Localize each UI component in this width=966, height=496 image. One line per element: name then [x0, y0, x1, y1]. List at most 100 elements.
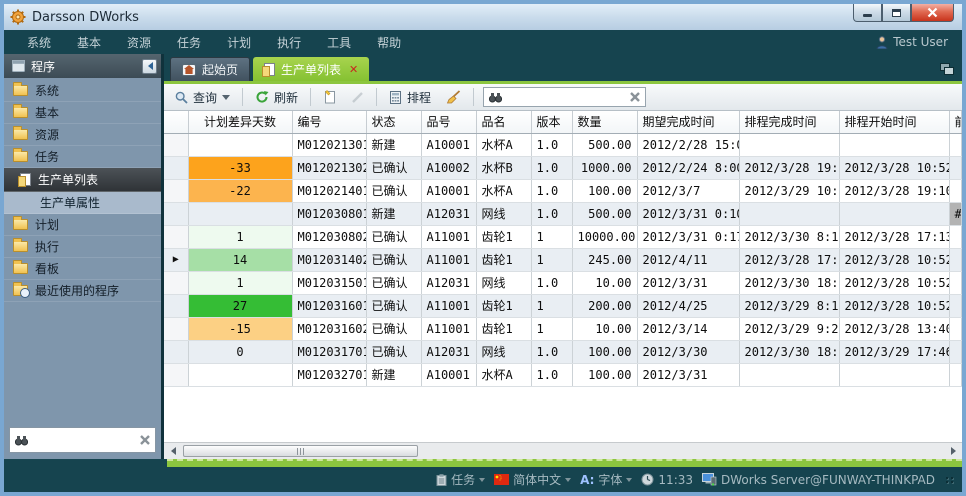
monitor-icon: [702, 473, 717, 486]
tab-start-page[interactable]: 起始页: [170, 57, 250, 81]
menu-item-execute[interactable]: 执行: [264, 31, 314, 54]
sidebar-item-task[interactable]: 任务: [4, 146, 161, 168]
cell-sched_start: 2012/3/28 10:52: [839, 156, 949, 179]
menu-item-help[interactable]: 帮助: [364, 31, 414, 54]
table-row[interactable]: -33M012021302已确认A10002水杯B1.01000.002012/…: [164, 156, 962, 179]
new-button[interactable]: [318, 88, 341, 106]
window-list-icon[interactable]: [940, 63, 954, 75]
user-icon: [876, 36, 888, 49]
table-row[interactable]: -22M012021401已确认A10001水杯A1.0100.002012/3…: [164, 179, 962, 202]
sidebar-item-kanban[interactable]: 看板: [4, 258, 161, 280]
cell-marker: [164, 317, 188, 340]
column-header-sched_start[interactable]: 排程开始时间: [839, 111, 949, 133]
sidebar-item-execute[interactable]: 执行: [4, 236, 161, 258]
minimize-button[interactable]: [853, 4, 882, 22]
toolbar-search-clear-icon[interactable]: [630, 92, 640, 102]
sidebar-item-production-order-list[interactable]: 生产单列表: [4, 168, 161, 192]
scrollbar-thumb[interactable]: [183, 445, 418, 457]
current-user[interactable]: Test User: [876, 35, 952, 49]
column-header-extra[interactable]: 前: [949, 111, 962, 133]
table-row[interactable]: M012021301新建A10001水杯A1.0500.002012/2/28 …: [164, 133, 962, 156]
task-menu[interactable]: 任务: [436, 471, 485, 488]
toolbar-search-input[interactable]: [506, 90, 626, 104]
menu-item-task[interactable]: 任务: [164, 31, 214, 54]
column-header-sched_end[interactable]: 排程完成时间: [739, 111, 839, 133]
table-row[interactable]: ▶14M012031402已确认A11001齿轮11245.002012/4/1…: [164, 248, 962, 271]
column-header-diff[interactable]: 计划差异天数: [188, 111, 292, 133]
menu-item-tools[interactable]: 工具: [314, 31, 364, 54]
sidebar-item-recent-programs[interactable]: 最近使用的程序: [4, 280, 161, 302]
sidebar-item-production-order-props[interactable]: 生产单属性: [4, 192, 161, 214]
cell-item: A12031: [421, 271, 476, 294]
menu-item-resource[interactable]: 资源: [114, 31, 164, 54]
cell-qty: 10.00: [572, 271, 637, 294]
tab-production-order-list[interactable]: 生产单列表✕: [253, 57, 369, 81]
menu-item-plan[interactable]: 计划: [214, 31, 264, 54]
refresh-button[interactable]: 刷新: [250, 87, 303, 108]
column-header-due[interactable]: 期望完成时间: [637, 111, 739, 133]
cell-extra: [949, 225, 962, 248]
table-row[interactable]: 1M012031501已确认A12031网线1.010.002012/3/312…: [164, 271, 962, 294]
table-row[interactable]: 27M012031601已确认A11001齿轮11200.002012/4/25…: [164, 294, 962, 317]
sidebar-item-basic[interactable]: 基本: [4, 102, 161, 124]
edit-button[interactable]: [346, 89, 369, 106]
cell-item: A11001: [421, 248, 476, 271]
sidebar-item-resource[interactable]: 资源: [4, 124, 161, 146]
cell-extra: [949, 294, 962, 317]
restore-button[interactable]: [882, 4, 911, 22]
minimize-icon: [863, 14, 872, 17]
cell-name: 网线: [476, 340, 531, 363]
column-header-item[interactable]: 品号: [421, 111, 476, 133]
cell-due: 2012/3/30: [637, 340, 739, 363]
tab-close-icon[interactable]: ✕: [349, 63, 358, 76]
sidebar-item-label: 系统: [35, 82, 59, 99]
cell-marker: [164, 133, 188, 156]
sidebar-item-system[interactable]: 系统: [4, 80, 161, 102]
server-name: DWorks Server@FUNWAY-THINKPAD: [721, 473, 935, 487]
table-row[interactable]: -15M012031602已确认A11001齿轮1110.002012/3/14…: [164, 317, 962, 340]
column-header-no[interactable]: 编号: [292, 111, 366, 133]
cell-status: 已确认: [366, 294, 421, 317]
scroll-left-button[interactable]: [164, 443, 180, 459]
table-row[interactable]: M012032701新建A10001水杯A1.0100.002012/3/31: [164, 363, 962, 386]
menu-item-basic[interactable]: 基本: [64, 31, 114, 54]
cell-ver: 1: [531, 248, 572, 271]
query-button[interactable]: 查询: [170, 87, 235, 108]
cell-due: 2012/2/28 15:00: [637, 133, 739, 156]
column-header-ver[interactable]: 版本: [531, 111, 572, 133]
cell-sched_end: 2012/3/28 19:10: [739, 156, 839, 179]
column-header-name[interactable]: 品名: [476, 111, 531, 133]
cell-sched_end: 2012/3/29 9:20: [739, 317, 839, 340]
cell-extra: #: [949, 202, 962, 225]
table-row[interactable]: M012030801新建A12031网线1.0500.002012/3/31 0…: [164, 202, 962, 225]
resize-grip[interactable]: [946, 477, 954, 483]
clean-button[interactable]: [441, 88, 466, 106]
font-menu[interactable]: A: 字体: [580, 471, 632, 488]
sidebar-search-input[interactable]: [32, 433, 136, 447]
close-button[interactable]: [911, 4, 954, 22]
document-icon: [20, 173, 31, 186]
column-header-qty[interactable]: 数量: [572, 111, 637, 133]
language-menu[interactable]: 简体中文: [494, 471, 571, 488]
horizontal-scrollbar[interactable]: [164, 442, 962, 459]
menu-item-system[interactable]: 系统: [14, 31, 64, 54]
toolbar-separator: [473, 88, 474, 106]
column-header-status[interactable]: 状态: [366, 111, 421, 133]
cell-sched_start: [839, 363, 949, 386]
schedule-button[interactable]: 排程: [384, 87, 436, 108]
scroll-right-button[interactable]: [946, 443, 962, 459]
table-row[interactable]: 1M012030802已确认A11001齿轮1110000.002012/3/3…: [164, 225, 962, 248]
table-row[interactable]: 0M012031701已确认A12031网线1.0100.002012/3/30…: [164, 340, 962, 363]
cell-name: 水杯A: [476, 363, 531, 386]
cell-item: A12031: [421, 202, 476, 225]
column-header-marker[interactable]: [164, 111, 188, 133]
cell-marker: ▶: [164, 248, 188, 271]
sidebar-search-clear-icon[interactable]: [140, 435, 150, 445]
cell-due: 2012/4/11: [637, 248, 739, 271]
cell-status: 已确认: [366, 156, 421, 179]
document-icon: [264, 63, 275, 76]
cell-marker: [164, 363, 188, 386]
sidebar-item-plan[interactable]: 计划: [4, 214, 161, 236]
folder-icon: [13, 107, 28, 118]
sidebar-collapse-button[interactable]: [142, 59, 157, 74]
